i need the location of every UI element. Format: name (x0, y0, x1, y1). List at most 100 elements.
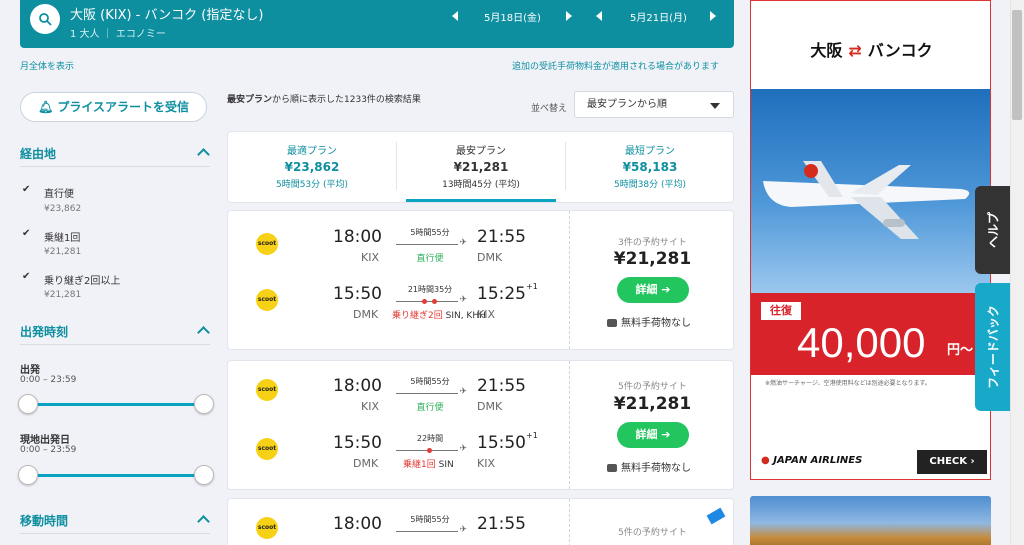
outbound-time-label: 出発 (20, 365, 40, 376)
tab-price: ¥21,281 (453, 160, 509, 174)
help-tab[interactable]: ヘルプ (975, 186, 1011, 274)
booking-site-count: 5件の予約サイト (618, 528, 687, 538)
departure-time: 18:00 (333, 376, 382, 396)
summary-count: から順に表示した1233件の検索結果 (272, 95, 421, 105)
via-airports: SIN (438, 460, 454, 470)
price-alert-button[interactable]: 🔔︎ プライスアラートを受信 (20, 92, 207, 122)
filter-title: 経由地 (20, 147, 57, 161)
filter-departure-header[interactable]: 出発時刻 (20, 323, 210, 345)
arrival-airport: KIX (477, 457, 495, 470)
result-card[interactable]: scoot 18:00 KIX 5時間55分 ✈ 直行便 21:55 DMK s… (227, 210, 734, 350)
filter-title: 出発時刻 (20, 325, 69, 339)
depart-date-nav: 5月18日(金) (450, 9, 586, 24)
result-card[interactable]: scoot 18:00 5時間55分 ✈ 21:55 5件の予約サイト (227, 498, 734, 545)
checkbox-nonstop[interactable]: ✔ (22, 185, 33, 196)
baggage-fee-link[interactable]: 追加の受託手荷物料金が適用される場合があります (512, 59, 719, 72)
details-button[interactable]: 詳細 ➔ (617, 277, 689, 303)
slider-handle-min[interactable] (18, 465, 38, 485)
tab-label: 最短プラン (625, 146, 675, 157)
prev-date-arrow-icon[interactable] (452, 11, 458, 21)
summary-sort-name: 最安プラン (227, 95, 273, 105)
tab-best[interactable]: 最適プラン ¥23,862 5時間53分 (平均) (228, 132, 396, 202)
feedback-tab[interactable]: フィードバック (975, 283, 1011, 411)
day-offset: +1 (526, 431, 538, 440)
filter-duration-header[interactable]: 移動時間 (20, 512, 210, 534)
passenger-count: 1 大人 (70, 29, 100, 40)
arrival-time: 21:55 (477, 514, 526, 534)
departure-airport: DMK (353, 308, 379, 321)
airplane-icon: ✈ (459, 387, 467, 397)
slider-handle-max[interactable] (194, 465, 214, 485)
airline-logo: scoot (256, 517, 278, 539)
baggage-info: 無料手荷物なし (607, 459, 691, 474)
return-time-slider[interactable] (28, 474, 204, 477)
airplane-icon: ✈ (459, 238, 467, 248)
route-line: ✈ (396, 444, 467, 454)
baggage-icon (607, 464, 617, 472)
depart-date[interactable]: 5月18日(金) (484, 9, 541, 24)
cabin-class: エコノミー (115, 29, 166, 40)
stop-option-label: 乗り継ぎ2回以上 (44, 276, 121, 287)
arrival-time: 21:55 (477, 376, 526, 396)
checkbox-two-plus-stops[interactable]: ✔ (22, 272, 33, 283)
details-button[interactable]: 詳細 ➔ (617, 422, 689, 448)
crane-icon: ● (761, 455, 770, 466)
filter-title: 移動時間 (20, 514, 69, 528)
next-date-arrow-icon[interactable] (566, 11, 572, 21)
search-button[interactable] (30, 4, 60, 34)
stop-option-label: 乗継1回 (44, 233, 81, 244)
airplane-illustration (763, 161, 970, 239)
slider-handle-max[interactable] (194, 394, 214, 414)
airline-logo: scoot (256, 438, 278, 460)
ad-check-button[interactable]: CHECK › (917, 450, 987, 474)
search-summary-bar[interactable]: 大阪 (KIX) - バンコク (指定なし) 1 大人 ｜ エコノミー 5月18… (20, 0, 734, 48)
tab-label: 最安プラン (456, 146, 506, 157)
scrollbar-thumb[interactable] (1012, 10, 1022, 120)
prev-date-arrow-icon[interactable] (596, 11, 602, 21)
tab-fastest[interactable]: 最短プラン ¥58,183 5時間38分 (平均) (566, 132, 734, 202)
stop-dot (427, 448, 432, 453)
flight-duration: 5時間55分 (410, 228, 450, 237)
tab-duration: 5時間38分 (平均) (613, 180, 687, 190)
stop-count: 乗り継ぎ2回 (392, 311, 443, 321)
sort-selected-value: 最安プランから順 (587, 99, 667, 110)
tab-cheapest[interactable]: 最安プラン ¥21,281 13時間45分 (平均) (397, 132, 565, 202)
route-line: ✈ (396, 295, 467, 305)
sort-dropdown[interactable]: 最安プランから順 (574, 91, 734, 118)
search-icon (39, 13, 52, 26)
return-date[interactable]: 5月21日(月) (630, 9, 687, 24)
next-date-arrow-icon[interactable] (710, 11, 716, 21)
ad-temple-image[interactable] (750, 496, 991, 545)
active-tab-indicator (406, 199, 556, 202)
ticket-icon (706, 507, 726, 525)
month-view-link[interactable]: 月全体を表示 (20, 59, 74, 72)
tab-price: ¥58,183 (622, 160, 678, 174)
ad-banner[interactable]: 大阪 ⇄ バンコク 往復 40,000 円〜 ※燃油サーチャージ、空港使用料などは別… (750, 0, 991, 480)
checkbox-one-stop[interactable]: ✔ (22, 229, 33, 240)
chevron-up-icon (197, 326, 210, 339)
baggage-info: 無料手荷物なし (607, 314, 691, 329)
stop-info: 乗継1回 SIN (403, 457, 454, 470)
ad-airline-name: JAPAN AIRLINES (773, 455, 863, 466)
caret-down-icon (710, 103, 720, 109)
result-card[interactable]: scoot 18:00 KIX 5時間55分 ✈ 直行便 21:55 DMK s… (227, 360, 734, 490)
baggage-text: 無料手荷物なし (621, 318, 691, 329)
slider-handle-min[interactable] (18, 394, 38, 414)
flight-duration: 21時間35分 (407, 285, 453, 294)
arrival-airport: DMK (477, 251, 503, 264)
airplane-icon: ✈ (459, 444, 467, 454)
airline-logo: scoot (256, 379, 278, 401)
airplane-icon: ✈ (459, 525, 467, 535)
sort-label: 並べ替え (531, 104, 568, 114)
day-offset: +1 (526, 282, 538, 291)
arrival-time: 15:25 (477, 284, 526, 304)
tab-label: 最適プラン (287, 146, 337, 157)
stop-dot (432, 299, 437, 304)
ad-price-panel: 往復 40,000 円〜 (751, 293, 990, 375)
return-date-nav: 5月21日(月) (594, 9, 730, 24)
arrival-time: 21:55 (477, 227, 526, 247)
outbound-time-range: 0:00 – 23:59 (20, 375, 77, 385)
outbound-time-slider[interactable] (28, 403, 204, 406)
filter-stops-header[interactable]: 経由地 (20, 145, 210, 167)
stop-info: 乗り継ぎ2回 SIN, KHH (392, 308, 486, 321)
